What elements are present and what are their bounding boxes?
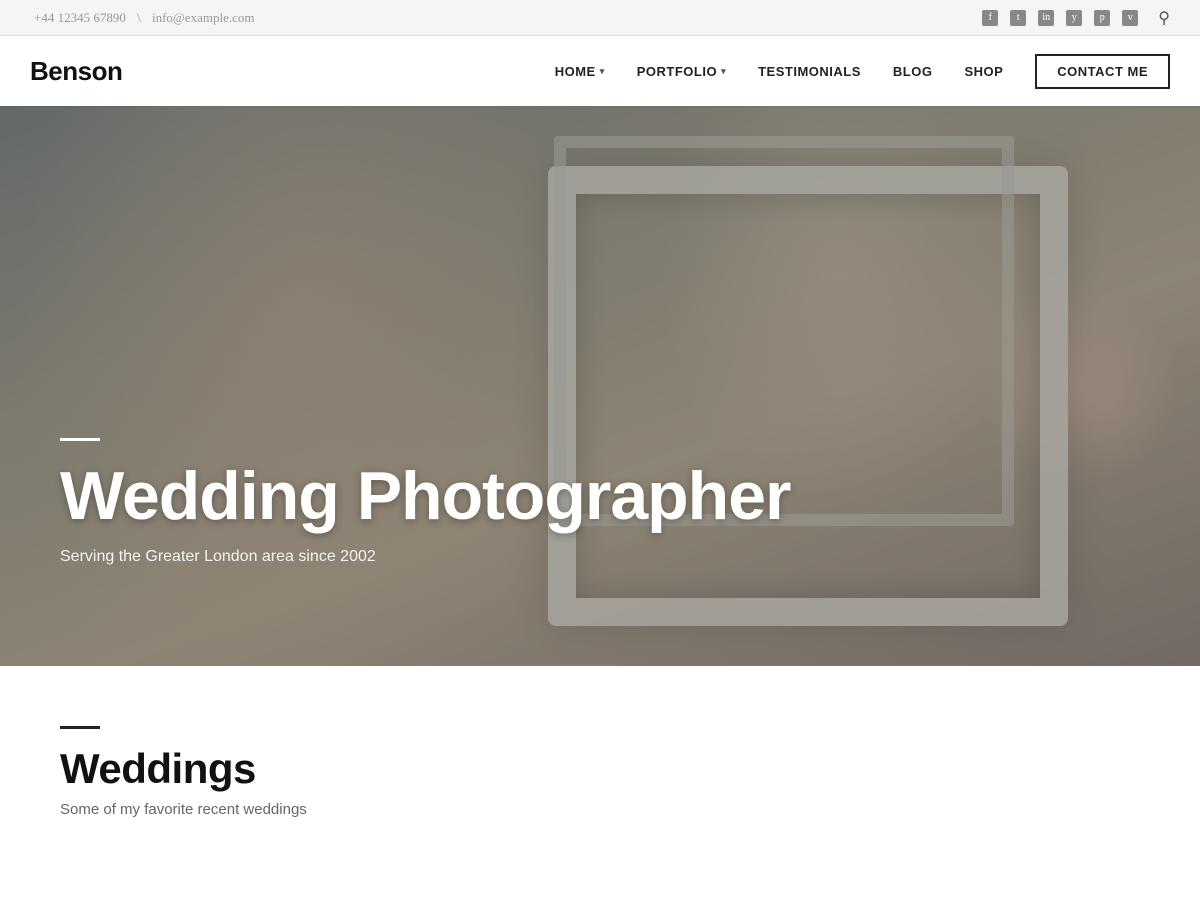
pinterest-icon[interactable]: p [1094, 10, 1110, 26]
main-header: Benson HOME ▾ PORTFOLIO ▾ TESTIMONIALS B… [0, 36, 1200, 106]
top-bar-right: f t in y p v ⚲ [982, 8, 1170, 28]
chevron-down-icon: ▾ [600, 66, 605, 77]
phone-number: +44 12345 67890 [34, 10, 126, 25]
contact-me-button[interactable]: CONTACT ME [1035, 54, 1170, 89]
hero-overlay [0, 106, 1200, 666]
email-address: info@example.com [152, 10, 255, 25]
hero-subtitle: Serving the Greater London area since 20… [60, 548, 791, 566]
facebook-icon[interactable]: f [982, 10, 998, 26]
top-bar: +44 12345 67890 \ info@example.com f t i… [0, 0, 1200, 36]
section-accent-line [60, 726, 100, 729]
vimeo-icon[interactable]: v [1122, 10, 1138, 26]
hero-content: Wedding Photographer Serving the Greater… [60, 438, 791, 566]
nav-blog[interactable]: BLOG [893, 64, 933, 79]
hero-title: Wedding Photographer [60, 461, 791, 532]
weddings-title: Weddings [60, 745, 1140, 793]
weddings-section: Weddings Some of my favorite recent wedd… [0, 666, 1200, 858]
main-nav: HOME ▾ PORTFOLIO ▾ TESTIMONIALS BLOG SHO… [555, 54, 1170, 89]
nav-portfolio[interactable]: PORTFOLIO ▾ [637, 64, 726, 79]
weddings-subtitle: Some of my favorite recent weddings [60, 801, 1140, 818]
nav-home[interactable]: HOME ▾ [555, 64, 605, 79]
search-icon[interactable]: ⚲ [1158, 8, 1170, 28]
nav-shop[interactable]: SHOP [964, 64, 1003, 79]
contact-info: +44 12345 67890 \ info@example.com [30, 10, 259, 26]
separator: \ [137, 10, 141, 25]
nav-testimonials[interactable]: TESTIMONIALS [758, 64, 861, 79]
twitter-icon[interactable]: t [1010, 10, 1026, 26]
hero-accent-line [60, 438, 100, 441]
site-logo[interactable]: Benson [30, 56, 122, 87]
hero-section: Wedding Photographer Serving the Greater… [0, 106, 1200, 666]
instagram-icon[interactable]: in [1038, 10, 1054, 26]
youtube-icon[interactable]: y [1066, 10, 1082, 26]
chevron-down-icon: ▾ [721, 66, 726, 77]
